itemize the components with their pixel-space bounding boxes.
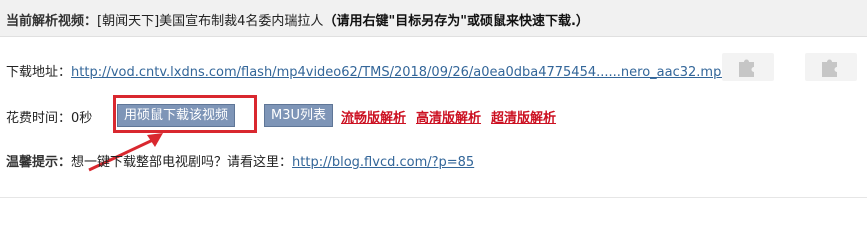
super-hd-quality-link[interactable]: 超清版解析 — [491, 107, 556, 126]
time-label: 花费时间：0秒 — [6, 111, 93, 126]
video-title: [朝闻天下]美国宣布制裁4名委内瑞拉人 — [97, 14, 324, 29]
smooth-quality-link[interactable]: 流畅版解析 — [341, 107, 406, 126]
save-hint: （请用右键"目标另存为"或硕鼠来快速下载.） — [323, 14, 589, 29]
puzzle-icon — [739, 59, 754, 77]
download-label: 下载地址： — [6, 65, 72, 80]
tip-link[interactable]: http://blog.flvcd.com/?p=85 — [292, 155, 474, 170]
divider — [0, 197, 867, 198]
plugin-placeholder-1[interactable] — [722, 53, 774, 81]
download-url-link[interactable]: http://vod.cntv.lxdns.com/flash/mp4video… — [71, 65, 730, 80]
m3u-list-button[interactable]: M3U列表 — [264, 104, 334, 127]
header-row: 当前解析视频：[朝闻天下]美国宣布制裁4名委内瑞拉人（请用右键"目标另存为"或硕… — [6, 10, 589, 29]
download-row: 下载地址：http://vod.cntv.lxdns.com/flash/mp4… — [6, 61, 730, 80]
tip-text: 想一键下载整部电视剧吗？请看这里： — [71, 155, 293, 170]
current-video-label: 当前解析视频： — [6, 14, 98, 29]
hd-quality-link[interactable]: 高清版解析 — [416, 107, 481, 126]
tip-label: 温馨提示： — [6, 155, 72, 170]
plugin-placeholder-2[interactable] — [805, 53, 857, 81]
puzzle-icon — [822, 59, 837, 77]
tip-row: 温馨提示：想一键下载整部电视剧吗？请看这里：http://blog.flvcd.… — [6, 151, 474, 170]
